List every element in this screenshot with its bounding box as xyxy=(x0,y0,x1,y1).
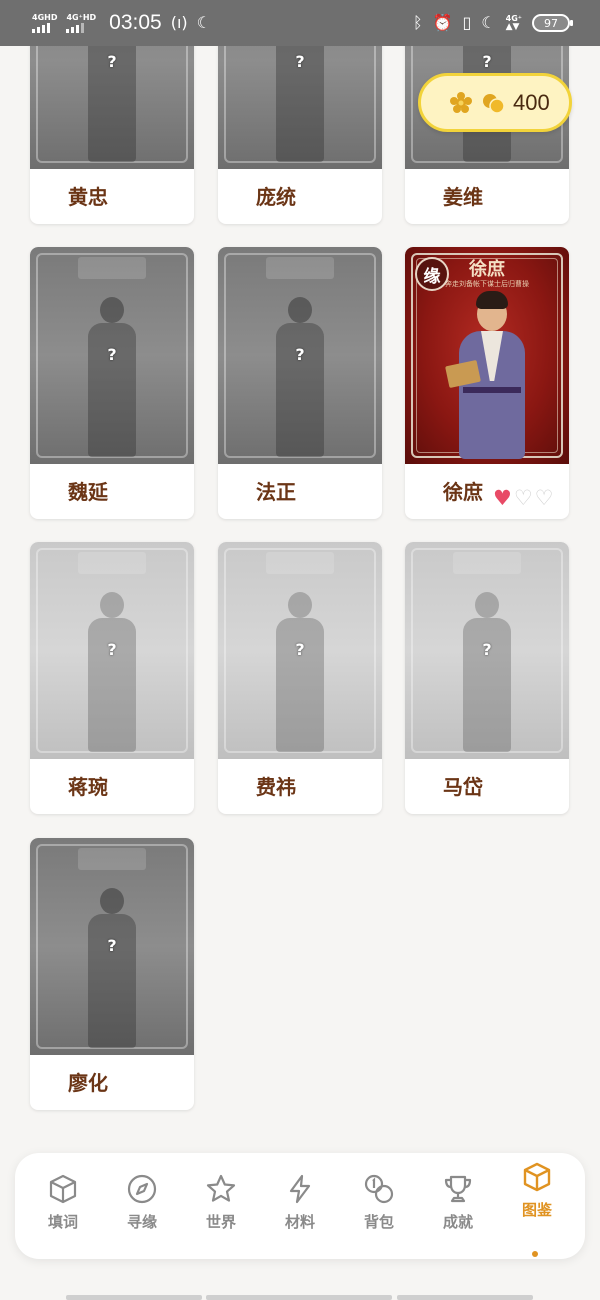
cube-icon xyxy=(49,1174,77,1204)
locked-question-mark: ? xyxy=(295,345,305,364)
card-jiangwan[interactable]: ? 蒋琬 xyxy=(30,542,194,814)
locked-question-mark: ? xyxy=(107,936,117,955)
nav-achievements[interactable]: 成就 xyxy=(428,1173,488,1243)
heart-filled-icon: ♥ xyxy=(493,486,512,510)
alarm-icon: ⏰ xyxy=(432,13,453,32)
heart-empty-icon: ♡ xyxy=(534,486,554,510)
card-image-locked: ? xyxy=(30,542,194,759)
dnd-moon-icon: ☾ xyxy=(481,13,496,32)
card-name: 庞统 xyxy=(256,185,296,209)
card-xushu[interactable]: 徐庶 奔走刘备帐下谋士后归曹操 缘 徐庶 ♥ ♡ ♡ xyxy=(405,247,569,519)
active-tab-indicator xyxy=(532,1251,538,1257)
battery-icon: 97 xyxy=(532,14,573,32)
signal-indicator-1: 4GHD xyxy=(32,13,57,33)
card-madai[interactable]: ? 马岱 xyxy=(405,542,569,814)
trophy-icon xyxy=(444,1175,472,1203)
vibrate-mode-icon: ▯ xyxy=(462,13,472,32)
card-name: 魏延 xyxy=(68,480,108,504)
card-weiyan[interactable]: ? 魏延 xyxy=(30,247,194,519)
card-feiyi[interactable]: ? 费祎 xyxy=(218,542,382,814)
locked-question-mark: ? xyxy=(107,345,117,364)
card-name: 法正 xyxy=(256,480,296,504)
locked-question-mark: ? xyxy=(482,52,492,71)
card-name: 马岱 xyxy=(443,775,483,799)
card-name: 蒋琬 xyxy=(68,775,108,799)
nav-world[interactable]: 世界 xyxy=(191,1173,251,1243)
locked-question-mark: ? xyxy=(107,52,117,71)
locked-question-mark: ? xyxy=(295,640,305,659)
coins-icon xyxy=(364,1174,394,1204)
card-image-unlocked: 徐庶 奔走刘备帐下谋士后归曹操 缘 xyxy=(405,247,569,464)
bottom-navigation: 填词 寻缘 世界 材料 背包 成就 图鉴 xyxy=(15,1153,585,1259)
signal-bars-icon xyxy=(66,22,85,33)
affinity-hearts: ♥ ♡ ♡ xyxy=(493,488,553,509)
nav-materials[interactable]: 材料 xyxy=(270,1173,330,1243)
currency-pill[interactable]: 400 xyxy=(418,73,572,132)
card-liaohua[interactable]: ? 廖化 xyxy=(30,838,194,1110)
moon-icon: ☾ xyxy=(196,13,212,32)
data-arrows-icon: ▲▼ xyxy=(505,21,520,32)
card-name: 黄忠 xyxy=(68,185,108,209)
status-bar: 4GHD 4G⁺HD 03:05 (ı) ☾ ᛒ ⏰ ▯ ☾ 4G⁺ ▲▼ 97 xyxy=(0,0,600,46)
nav-fill-words[interactable]: 填词 xyxy=(33,1173,93,1243)
card-image-locked: ? xyxy=(218,542,382,759)
compass-icon xyxy=(127,1174,157,1204)
vibrate-icon: (ı) xyxy=(170,13,188,32)
card-name: 姜维 xyxy=(443,185,483,209)
currency-value: 400 xyxy=(513,89,550,115)
home-indicator xyxy=(397,1295,533,1300)
hero-portrait xyxy=(445,289,537,461)
card-name: 费祎 xyxy=(256,775,296,799)
heart-empty-icon: ♡ xyxy=(513,486,533,510)
collection-grid: ? 黄忠 ? 庞统 ? 姜维 ? 魏延 ? 法正 徐庶 奔走刘备帐下谋士后归曹操… xyxy=(0,0,600,1300)
card-image-locked: ? xyxy=(218,247,382,464)
nav-collection[interactable]: 图鉴 xyxy=(507,1161,567,1231)
locked-question-mark: ? xyxy=(107,640,117,659)
home-indicator xyxy=(66,1295,202,1300)
locked-question-mark: ? xyxy=(295,52,305,71)
bluetooth-icon: ᛒ xyxy=(412,13,423,32)
coin-flower-icon xyxy=(450,91,472,113)
star-icon xyxy=(206,1174,236,1202)
card-image-locked: ? xyxy=(30,838,194,1055)
card-image-locked: ? xyxy=(405,542,569,759)
nav-backpack[interactable]: 背包 xyxy=(349,1173,409,1243)
lightning-icon xyxy=(289,1174,311,1204)
locked-question-mark: ? xyxy=(482,640,492,659)
home-indicator xyxy=(206,1295,392,1300)
fate-badge: 缘 xyxy=(415,257,449,291)
card-image-locked: ? xyxy=(30,247,194,464)
signal-indicator-2: 4G⁺HD xyxy=(66,13,96,33)
cube-icon xyxy=(523,1162,551,1192)
nav-seek-fate[interactable]: 寻缘 xyxy=(112,1173,172,1243)
card-name: 廖化 xyxy=(68,1071,108,1095)
card-name: 徐庶 xyxy=(443,480,483,504)
card-fazheng[interactable]: ? 法正 xyxy=(218,247,382,519)
coins-icon xyxy=(483,93,505,114)
clock: 03:05 xyxy=(109,11,162,34)
network-type-indicator: 4G⁺ ▲▼ xyxy=(505,13,522,32)
signal-bars-icon xyxy=(32,22,50,33)
